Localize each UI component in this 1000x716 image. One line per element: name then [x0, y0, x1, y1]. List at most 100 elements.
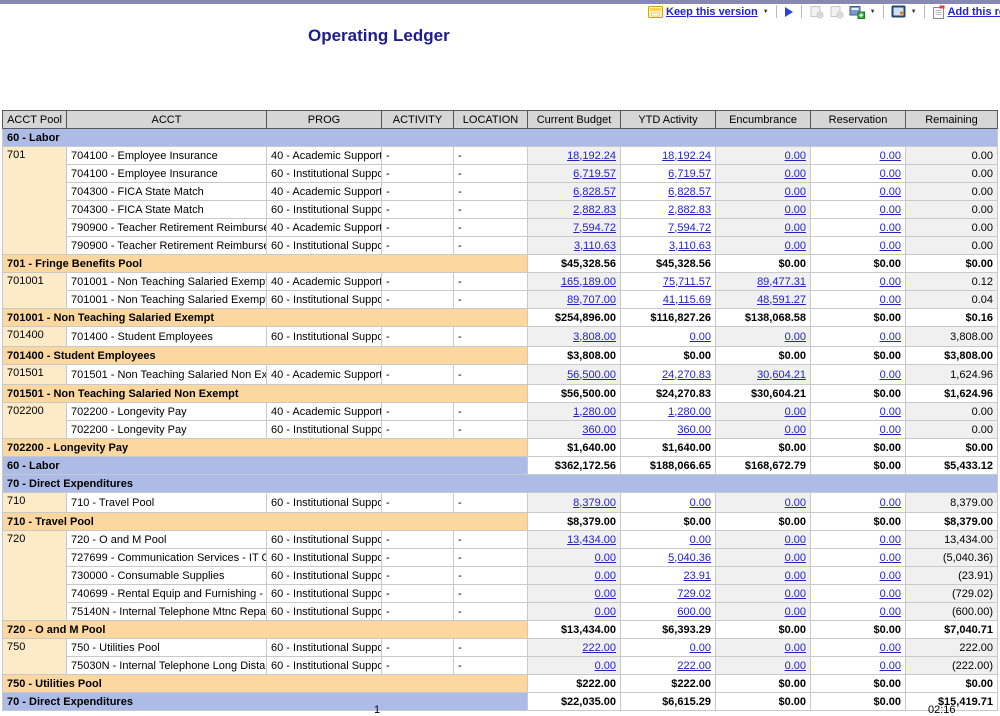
amount-link[interactable]: 3,110.63: [574, 240, 616, 252]
amount-link[interactable]: 24,270.83: [662, 369, 711, 381]
amount-link[interactable]: 0.00: [880, 660, 901, 672]
amount-link[interactable]: 0.00: [595, 588, 616, 600]
amount-link[interactable]: 23.91: [683, 570, 711, 582]
subtotal-encumbrance-cell: $0.00: [716, 347, 811, 365]
amount-link[interactable]: 0.00: [880, 552, 901, 564]
amount-link[interactable]: 0.00: [785, 570, 806, 582]
amount-link[interactable]: 0.00: [880, 240, 901, 252]
amount-link[interactable]: 0.00: [880, 534, 901, 546]
amount-link[interactable]: 8,379.00: [573, 497, 616, 509]
amount-link[interactable]: 18,192.24: [662, 150, 711, 162]
amount-link[interactable]: 0.00: [690, 497, 711, 509]
amount-link[interactable]: 0.00: [880, 642, 901, 654]
amount-link[interactable]: 0.00: [785, 497, 806, 509]
amount-link[interactable]: 13,434.00: [567, 534, 616, 546]
amount-link[interactable]: 0.00: [785, 150, 806, 162]
add-report-button[interactable]: Add this rep: [932, 5, 1000, 19]
amount-link[interactable]: 0.00: [880, 606, 901, 618]
amount-link[interactable]: 89,477.31: [757, 276, 806, 288]
current-budget-cell: 18,192.24: [528, 147, 621, 165]
amount-link[interactable]: 0.00: [880, 570, 901, 582]
amount-link[interactable]: 0.00: [880, 222, 901, 234]
amount-link[interactable]: 3,110.63: [669, 240, 711, 252]
subtotal-remaining-cell: $1,624.96: [906, 385, 998, 403]
drill-down-button[interactable]: [809, 5, 824, 19]
amount-link[interactable]: 56,500.00: [567, 369, 616, 381]
amount-link[interactable]: 7,594.72: [573, 222, 616, 234]
amount-link[interactable]: 0.00: [785, 406, 806, 418]
drill-up-button[interactable]: [829, 5, 844, 19]
amount-link[interactable]: 18,192.24: [567, 150, 616, 162]
amount-link[interactable]: 0.00: [690, 331, 711, 343]
amount-link[interactable]: 0.00: [880, 294, 901, 306]
amount-link[interactable]: 0.00: [880, 369, 901, 381]
amount-link[interactable]: 600.00: [677, 606, 711, 618]
activity-cell: -: [382, 183, 454, 201]
amount-link[interactable]: 41,115.69: [663, 294, 711, 306]
remaining-cell: (222.00): [906, 657, 998, 675]
amount-link[interactable]: 0.00: [880, 204, 901, 216]
amount-link[interactable]: 2,882.83: [573, 204, 616, 216]
reservation-cell: 0.00: [811, 567, 906, 585]
amount-link[interactable]: 0.00: [785, 331, 806, 343]
amount-link[interactable]: 75,711.57: [663, 276, 711, 288]
total-row: 70 - Direct Expenditures$22,035.00$6,615…: [3, 693, 998, 711]
run-report-button[interactable]: [784, 6, 794, 18]
amount-link[interactable]: 6,719.57: [668, 168, 711, 180]
amount-link[interactable]: 1,280.00: [573, 406, 616, 418]
view-format-button[interactable]: ▼: [891, 5, 917, 18]
amount-link[interactable]: 0.00: [880, 150, 901, 162]
amount-link[interactable]: 0.00: [785, 240, 806, 252]
amount-link[interactable]: 0.00: [785, 660, 806, 672]
amount-link[interactable]: 0.00: [690, 534, 711, 546]
amount-link[interactable]: 0.00: [880, 406, 901, 418]
amount-link[interactable]: 7,594.72: [668, 222, 711, 234]
amount-link[interactable]: 222.00: [582, 642, 616, 654]
total-encumbrance-cell: $168,672.79: [716, 457, 811, 475]
amount-link[interactable]: 0.00: [595, 660, 616, 672]
keep-version-button[interactable]: Keep this version ▼: [648, 5, 769, 18]
amount-link[interactable]: 0.00: [785, 186, 806, 198]
amount-link[interactable]: 165,189.00: [561, 276, 616, 288]
subtotal-ytd-activity-cell: $0.00: [621, 513, 716, 531]
amount-link[interactable]: 0.00: [785, 606, 806, 618]
amount-link[interactable]: 0.00: [785, 168, 806, 180]
amount-link[interactable]: 0.00: [785, 222, 806, 234]
amount-link[interactable]: 0.00: [690, 642, 711, 654]
amount-link[interactable]: 729.02: [677, 588, 711, 600]
amount-link[interactable]: 0.00: [785, 204, 806, 216]
amount-link[interactable]: 0.00: [595, 606, 616, 618]
amount-link[interactable]: 0.00: [880, 588, 901, 600]
subtotal-reservation-cell: $0.00: [811, 385, 906, 403]
amount-link[interactable]: 1,280.00: [668, 406, 711, 418]
amount-link[interactable]: 0.00: [785, 642, 806, 654]
amount-link[interactable]: 0.00: [880, 186, 901, 198]
amount-link[interactable]: 0.00: [785, 424, 806, 436]
amount-link[interactable]: 6,828.57: [573, 186, 616, 198]
amount-link[interactable]: 222.00: [677, 660, 711, 672]
amount-link[interactable]: 0.00: [595, 552, 616, 564]
amount-link[interactable]: 0.00: [880, 331, 901, 343]
amount-link[interactable]: 0.00: [785, 588, 806, 600]
amount-link[interactable]: 0.00: [880, 424, 901, 436]
amount-link[interactable]: 6,719.57: [573, 168, 616, 180]
go-to-button[interactable]: ▼: [849, 5, 876, 19]
amount-link[interactable]: 3,808.00: [573, 331, 616, 343]
amount-link[interactable]: 0.00: [595, 570, 616, 582]
amount-link[interactable]: 360.00: [677, 424, 711, 436]
amount-link[interactable]: 5,040.36: [668, 552, 711, 564]
amount-link[interactable]: 360.00: [582, 424, 616, 436]
amount-link[interactable]: 0.00: [785, 552, 806, 564]
subtotal-label: 750 - Utilities Pool: [3, 675, 528, 693]
total-current-budget-cell: $22,035.00: [528, 693, 621, 711]
amount-link[interactable]: 0.00: [880, 497, 901, 509]
amount-link[interactable]: 48,591.27: [757, 294, 806, 306]
amount-link[interactable]: 2,882.83: [668, 204, 711, 216]
amount-link[interactable]: 0.00: [880, 276, 901, 288]
amount-link[interactable]: 0.00: [880, 168, 901, 180]
amount-link[interactable]: 6,828.57: [668, 186, 711, 198]
amount-link[interactable]: 30,604.21: [757, 369, 806, 381]
ytd-activity-cell: 0.00: [621, 639, 716, 657]
amount-link[interactable]: 89,707.00: [567, 294, 616, 306]
amount-link[interactable]: 0.00: [785, 534, 806, 546]
